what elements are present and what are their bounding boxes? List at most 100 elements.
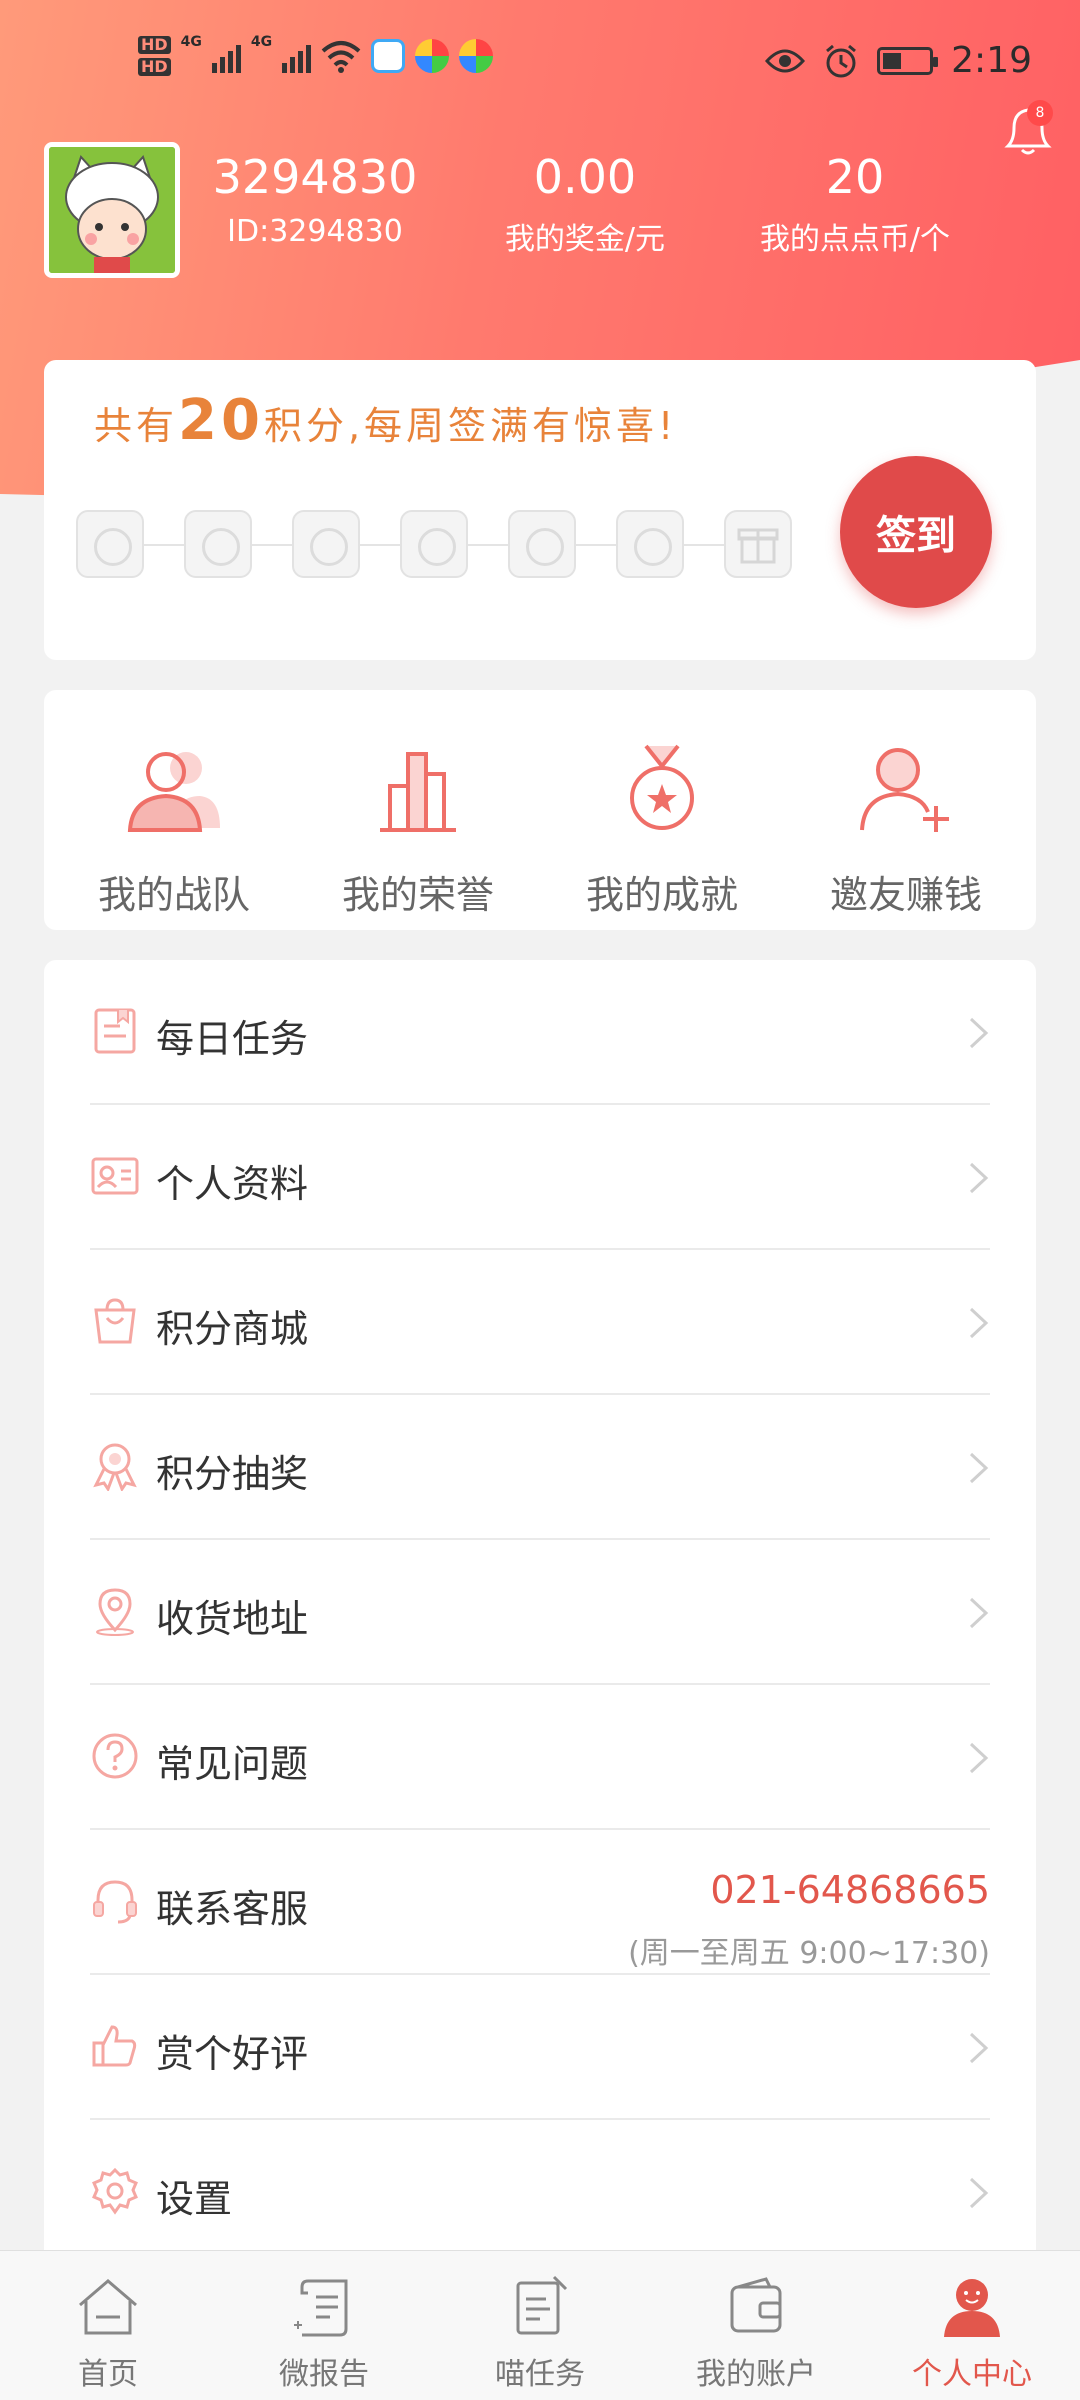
quick-action-label: 我的战队 [97, 873, 250, 917]
chevron-right-icon [969, 1307, 989, 1339]
quick-action-achievement[interactable]: 我的成就 [552, 740, 772, 919]
app-notification-icon [371, 39, 406, 73]
ribbon-icon [93, 1443, 137, 1491]
quick-action-honor[interactable]: 我的荣誉 [308, 740, 528, 919]
profile-card-icon [91, 1157, 139, 1195]
menu-item-label: 积分抽奖 [156, 1452, 309, 1496]
menu-item-faq[interactable]: 常见问题 [90, 1685, 990, 1830]
status-left: HD HD 4G 4G [138, 34, 494, 78]
service-phone[interactable]: 021-64868665 [710, 1868, 990, 1912]
thumbs-up-icon [92, 2025, 137, 2067]
cat-avatar-icon [49, 147, 175, 273]
menu-item-label: 联系客服 [156, 1887, 309, 1931]
alarm-icon [826, 44, 857, 77]
signal-icon [211, 39, 241, 73]
signin-connector [684, 544, 724, 546]
task-icon [94, 1008, 136, 1054]
quick-action-invite[interactable]: 邀友赚钱 [796, 740, 1016, 919]
coins-value: 20 [825, 150, 885, 204]
headset-icon [93, 1880, 137, 1924]
mission-icon [516, 2275, 568, 2335]
shopping-bag-icon [94, 1298, 136, 1344]
signin-points: 20 [178, 388, 264, 453]
nav-label: 喵任务 [495, 2357, 585, 2392]
signal-icon-2 [282, 39, 312, 73]
avatar[interactable] [44, 142, 180, 278]
signin-title: 共有20积分,每周签满有惊喜! [94, 388, 677, 453]
gear-icon [92, 2167, 138, 2215]
menu-item-label: 个人资料 [156, 1162, 309, 1206]
menu-item-address[interactable]: 收货地址 [90, 1540, 990, 1685]
chevron-right-icon [969, 1017, 989, 1049]
menu-item-daily-task[interactable]: 每日任务 [90, 960, 990, 1105]
profile-name: 3294830 [212, 150, 418, 204]
signin-connector [360, 544, 400, 546]
bonus-stat[interactable]: 0.00 我的奖金/元 [480, 150, 690, 258]
menu-item-customer-service[interactable]: 联系客服 021-64868665 (周一至周五 9:00~17:30) [90, 1830, 990, 1975]
chevron-right-icon [969, 1162, 989, 1194]
signin-day-6 [616, 510, 684, 578]
wallet-icon [730, 2277, 782, 2333]
signin-connector [576, 544, 616, 546]
menu-item-label: 设置 [156, 2177, 233, 2221]
quick-action-team[interactable]: 我的战队 [64, 740, 284, 919]
signin-button[interactable]: 签到 [840, 456, 992, 608]
home-icon [79, 2279, 137, 2335]
menu-item-label: 积分商城 [156, 1307, 309, 1351]
bonus-value: 0.00 [533, 150, 637, 204]
wifi-icon [321, 41, 361, 73]
profile-id: ID:3294830 [227, 214, 403, 249]
gift-icon [724, 510, 792, 578]
coins-stat[interactable]: 20 我的点点币/个 [740, 150, 970, 258]
quick-action-label: 我的荣誉 [341, 873, 494, 917]
network-type-2: 4G [250, 34, 273, 50]
menu-item-rate[interactable]: 赏个好评 [90, 1975, 990, 2120]
nav-label: 首页 [78, 2357, 138, 2392]
hd-1: HD [138, 36, 171, 54]
person-icon [944, 2279, 1000, 2337]
quick-actions-card: 我的战队 我的荣誉 我的成就 邀友赚钱 [44, 690, 1036, 930]
signin-prefix: 共有 [94, 404, 179, 448]
quick-action-label: 邀友赚钱 [829, 873, 982, 917]
coins-label: 我的点点币/个 [759, 222, 951, 257]
notification-badge: 8 [1027, 100, 1053, 126]
signin-suffix: 积分,每周签满有惊喜! [263, 404, 678, 448]
menu-item-settings[interactable]: 设置 [90, 2120, 990, 2265]
chevron-right-icon [969, 1452, 989, 1484]
battery-icon [877, 46, 939, 75]
eye-icon [765, 49, 806, 72]
menu-item-label: 收货地址 [156, 1597, 309, 1641]
bonus-label: 我的奖金/元 [504, 222, 666, 257]
nav-label: 我的账户 [696, 2357, 816, 2392]
signin-card: 共有20积分,每周签满有惊喜! 签到 [44, 360, 1036, 660]
status-right: 2:19 [765, 40, 1032, 81]
app-notification-icon-3 [459, 39, 494, 73]
chevron-right-icon [969, 2032, 989, 2064]
chevron-right-icon [969, 1597, 989, 1629]
signin-day-1 [76, 510, 144, 578]
team-icon [127, 752, 220, 832]
service-hours: (周一至周五 9:00~17:30) [628, 1936, 990, 1971]
menu-item-profile[interactable]: 个人资料 [90, 1105, 990, 1250]
nav-home[interactable]: 首页 [0, 2251, 216, 2400]
menu-card: 每日任务 个人资料 积分商城 积分抽奖 收货地址 常见问题 联系客服 021-6… [44, 960, 1036, 2250]
nav-mission[interactable]: 喵任务 [432, 2251, 648, 2400]
nav-report[interactable]: 微报告 [216, 2251, 432, 2400]
report-icon [294, 2279, 348, 2337]
menu-item-lottery[interactable]: 积分抽奖 [90, 1395, 990, 1540]
signin-day-5 [508, 510, 576, 578]
hd-indicators: HD HD [138, 34, 171, 78]
signin-connector [468, 544, 508, 546]
nav-label: 微报告 [279, 2357, 369, 2392]
honor-icon [380, 752, 456, 832]
quick-action-label: 我的成就 [585, 873, 738, 917]
menu-item-label: 常见问题 [156, 1742, 309, 1786]
clock: 2:19 [951, 40, 1032, 81]
question-icon [92, 1733, 138, 1779]
location-icon [96, 1588, 134, 1636]
signin-connector [252, 544, 292, 546]
menu-item-points-mall[interactable]: 积分商城 [90, 1250, 990, 1395]
network-type-1: 4G [180, 34, 202, 50]
nav-account[interactable]: 我的账户 [648, 2251, 864, 2400]
nav-profile[interactable]: 个人中心 [864, 2251, 1080, 2400]
